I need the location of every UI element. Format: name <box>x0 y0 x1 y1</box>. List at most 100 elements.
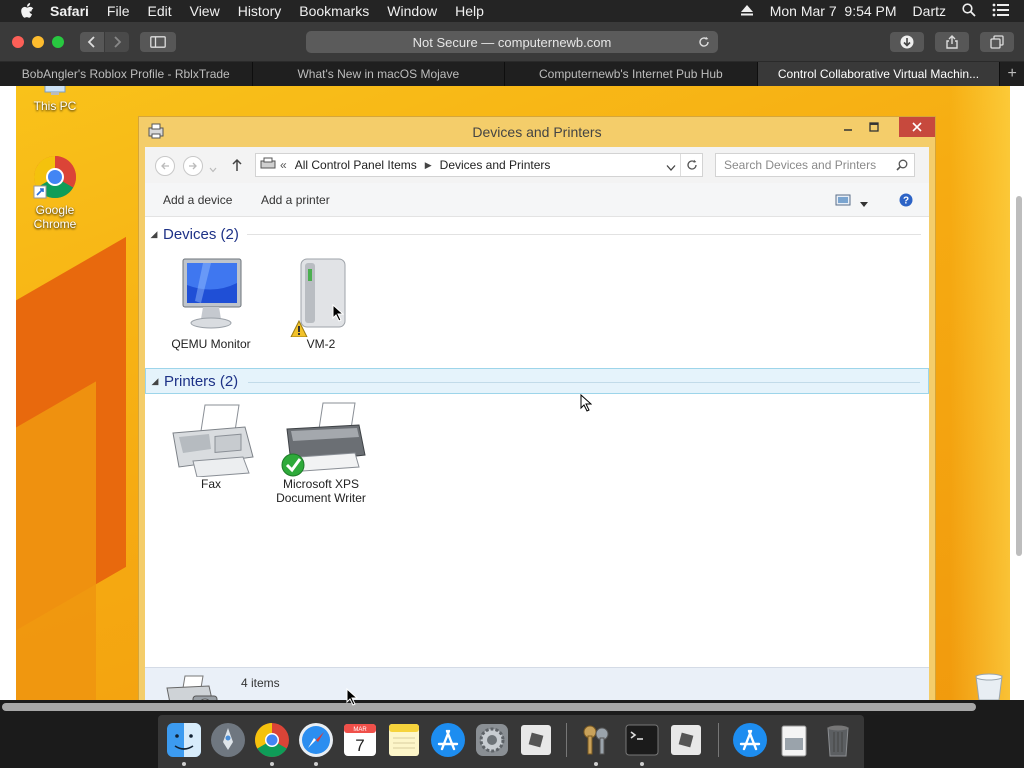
sidebar-icon <box>150 36 166 48</box>
menu-clock[interactable]: Mon Mar 7 9:54 PM <box>770 3 897 19</box>
devices-printers-large-icon <box>163 674 223 700</box>
dock-google-chrome[interactable] <box>254 722 290 758</box>
dock-roblox-studio[interactable] <box>668 722 704 758</box>
eject-icon[interactable] <box>740 3 754 19</box>
menu-view[interactable]: View <box>190 3 220 19</box>
menu-history[interactable]: History <box>238 3 282 19</box>
dock-notes[interactable] <box>386 722 422 758</box>
apple-menu-icon[interactable] <box>18 3 36 19</box>
desktop-icon-google-chrome[interactable]: Google Chrome <box>16 154 94 231</box>
menu-edit[interactable]: Edit <box>147 3 171 19</box>
downloads-button[interactable] <box>890 32 924 52</box>
tab-macos-mojave[interactable]: What's New in macOS Mojave <box>253 62 506 86</box>
view-options-icon[interactable] <box>835 194 851 209</box>
nav-back-button[interactable] <box>155 156 175 176</box>
dock-app-store[interactable] <box>430 722 466 758</box>
dock-roblox[interactable] <box>518 722 554 758</box>
dock-system-preferences[interactable] <box>474 722 510 758</box>
sidebar-toggle-button[interactable] <box>140 32 176 52</box>
group-label: Printers (2) <box>164 372 239 390</box>
desktop-icon-this-pc[interactable]: This PC <box>16 86 94 113</box>
dock-safari[interactable] <box>298 722 334 758</box>
collapse-triangle-icon[interactable]: ◢ <box>146 376 164 387</box>
device-vm-2[interactable]: VM-2 <box>271 255 371 351</box>
breadcrumb-chevron-icon[interactable]: ▶ <box>425 160 432 171</box>
spotlight-search-icon[interactable] <box>962 2 976 20</box>
vm-desktop[interactable]: This PC Google Chrome Devices and Printe… <box>16 86 1010 700</box>
devices-and-printers-window: Devices and Printers « All Control Panel… <box>138 116 936 700</box>
add-a-device-button[interactable]: Add a device <box>163 193 232 207</box>
help-icon[interactable]: ? <box>899 193 913 210</box>
collapse-triangle-icon[interactable]: ◢ <box>145 229 163 240</box>
documents-stack-icon <box>781 725 807 757</box>
window-minimize-button[interactable] <box>835 117 861 137</box>
tab-rblxtrade[interactable]: BobAngler's Roblox Profile - RblxTrade <box>0 62 253 86</box>
dock-keychain-access[interactable] <box>578 722 614 758</box>
fax-icon <box>172 404 254 477</box>
recycle-bin-icon[interactable] <box>972 672 1006 700</box>
window-close-button[interactable] <box>899 117 935 137</box>
breadcrumb-devices-and-printers[interactable]: Devices and Printers <box>440 158 551 172</box>
device-qemu-monitor[interactable]: QEMU Monitor <box>161 255 261 351</box>
breadcrumb-all-control-panel-items[interactable]: All Control Panel Items <box>295 158 417 172</box>
dock-documents[interactable] <box>776 722 812 758</box>
recent-locations-icon[interactable] <box>209 160 217 178</box>
printer-microsoft-xps[interactable]: Microsoft XPS Document Writer <box>271 401 371 505</box>
search-icon[interactable] <box>896 159 908 174</box>
dock-app-store-downloads[interactable] <box>732 722 768 758</box>
dock-trash[interactable] <box>820 722 856 758</box>
window-maximize-button[interactable] <box>861 117 887 137</box>
calendar-icon: MAR 7 <box>344 724 376 756</box>
close-window-button[interactable] <box>12 36 24 48</box>
menu-app-name[interactable]: Safari <box>50 3 89 19</box>
dock-finder[interactable] <box>166 722 202 758</box>
add-a-printer-button[interactable]: Add a printer <box>261 193 330 207</box>
address-bar[interactable]: Not Secure — computernewb.com <box>306 31 718 53</box>
fullscreen-window-button[interactable] <box>52 36 64 48</box>
menu-bookmarks[interactable]: Bookmarks <box>299 3 369 19</box>
menu-window[interactable]: Window <box>387 3 437 19</box>
command-bar: Add a device Add a printer ? <box>145 183 929 217</box>
group-header-printers[interactable]: ◢ Printers (2) <box>145 368 929 394</box>
search-placeholder: Search Devices and Printers <box>724 158 877 172</box>
tab-control-vm[interactable]: Control Collaborative Virtual Machin... <box>757 62 1001 86</box>
window-title-bar[interactable]: Devices and Printers <box>139 117 935 145</box>
page-vertical-scrollbar[interactable] <box>1016 196 1022 556</box>
breadcrumb-overflow[interactable]: « <box>280 158 287 172</box>
refresh-icon[interactable] <box>680 154 702 176</box>
tab-pub-hub[interactable]: Computernewb's Internet Pub Hub <box>505 62 758 86</box>
menu-user[interactable]: Dartz <box>913 3 946 19</box>
wallpaper-shape <box>16 381 96 700</box>
page-horizontal-scrollbar[interactable] <box>2 703 976 711</box>
address-breadcrumb-box[interactable]: « All Control Panel Items ▶ Devices and … <box>255 153 703 177</box>
trash-icon <box>827 725 849 757</box>
wallpaper-shape <box>950 86 1010 700</box>
group-header-devices[interactable]: ◢ Devices (2) <box>145 221 929 247</box>
web-page: This PC Google Chrome Devices and Printe… <box>0 86 1024 700</box>
new-tab-button[interactable]: + <box>1000 62 1024 86</box>
search-input[interactable]: Search Devices and Printers <box>715 153 915 177</box>
address-dropdown-icon[interactable] <box>666 161 676 175</box>
desktop-icon-label: Google Chrome <box>33 203 77 231</box>
view-dropdown-icon[interactable] <box>860 197 868 211</box>
menu-file[interactable]: File <box>107 3 130 19</box>
up-arrow-icon[interactable] <box>231 158 243 177</box>
dock-launchpad[interactable] <box>210 722 246 758</box>
back-button[interactable] <box>80 32 104 52</box>
group-label: Devices (2) <box>163 225 239 243</box>
gear-icon <box>476 724 508 756</box>
notification-center-icon[interactable] <box>992 3 1010 20</box>
printer-fax[interactable]: Fax <box>161 401 261 491</box>
mouse-cursor-icon <box>332 303 345 327</box>
reload-icon[interactable] <box>696 34 712 50</box>
minimize-window-button[interactable] <box>32 36 44 48</box>
dock-terminal[interactable] <box>624 722 660 758</box>
forward-button[interactable] <box>105 32 129 52</box>
menu-help[interactable]: Help <box>455 3 484 19</box>
show-all-tabs-button[interactable] <box>980 32 1014 52</box>
nav-forward-button[interactable] <box>183 156 203 176</box>
dock-running-indicator <box>594 762 598 766</box>
share-button[interactable] <box>935 32 969 52</box>
dock-calendar[interactable]: MAR 7 <box>342 722 378 758</box>
group-divider <box>248 382 920 383</box>
